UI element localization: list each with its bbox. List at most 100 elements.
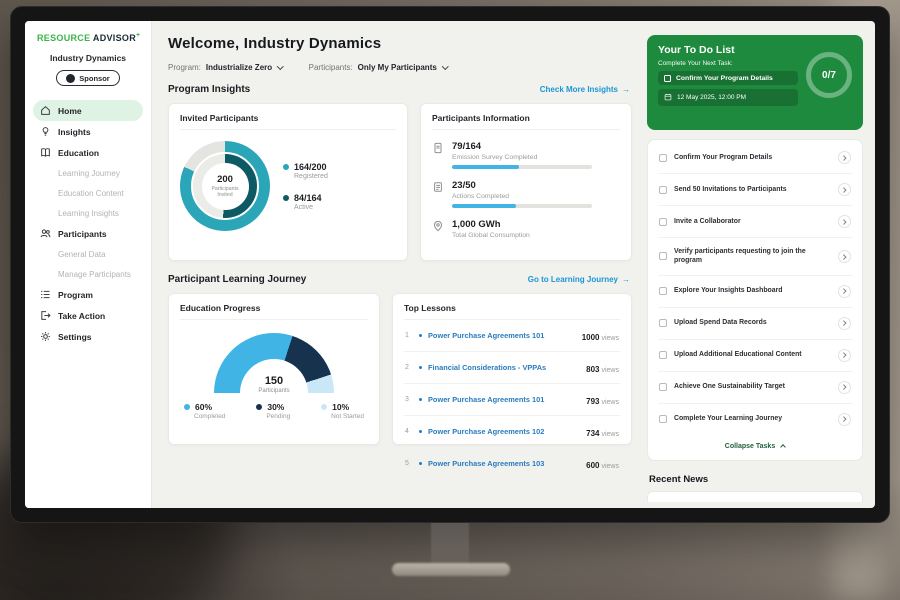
- lesson-row[interactable]: 3 Power Purchase Agreements 101 793views: [404, 384, 620, 416]
- registered-legend-item: 164/200 Registered: [283, 162, 328, 180]
- actions-progress-fill: [452, 204, 516, 208]
- lesson-bullet: [419, 334, 422, 337]
- sidebar-item-take-action[interactable]: Take Action: [33, 305, 143, 326]
- participants-filter-value: Only My Participants: [358, 63, 437, 72]
- pending-label: Pending: [266, 413, 290, 420]
- lightbulb-icon: [40, 126, 51, 137]
- pending-dot: [256, 404, 262, 410]
- chevron-right-icon[interactable]: [838, 381, 851, 394]
- chevron-down-icon: [442, 63, 448, 69]
- org-name: Industry Dynamics: [33, 53, 143, 63]
- lesson-bullet: [419, 430, 422, 433]
- task-row[interactable]: Verify participants requesting to join t…: [658, 238, 852, 276]
- invited-participants-card: Invited Participants 200 Participants In…: [168, 103, 408, 261]
- checkbox-icon[interactable]: [659, 319, 667, 327]
- not-started-dot: [321, 404, 327, 410]
- lesson-row[interactable]: 4 Power Purchase Agreements 102 734views: [404, 416, 620, 448]
- checkbox-icon[interactable]: [659, 383, 667, 391]
- actions-label: Actions Completed: [452, 193, 592, 200]
- checkbox-icon[interactable]: [659, 218, 667, 226]
- check-more-insights-link[interactable]: Check More Insights →: [540, 85, 630, 94]
- app-logo[interactable]: RESOURCE ADVISOR+: [33, 32, 143, 43]
- lesson-row[interactable]: 1 Power Purchase Agreements 101 1000view…: [404, 320, 620, 352]
- monitor-stand-base: [392, 563, 510, 576]
- todo-tasks-card: Confirm Your Program Details Send 50 Inv…: [647, 139, 863, 461]
- lesson-row[interactable]: 5 Power Purchase Agreements 103 600views: [404, 448, 620, 479]
- lesson-rank: 2: [405, 364, 413, 371]
- pending-value: 30%: [267, 402, 284, 412]
- task-row[interactable]: Achieve One Sustainability Target: [658, 372, 852, 404]
- task-row[interactable]: Upload Spend Data Records: [658, 308, 852, 340]
- chevron-right-icon[interactable]: [838, 317, 851, 330]
- chevron-right-icon[interactable]: [838, 250, 851, 263]
- lesson-title-link[interactable]: Financial Considerations - VPPAs: [428, 363, 580, 372]
- actions-progress-bar: [452, 204, 592, 208]
- chevron-right-icon[interactable]: [838, 285, 851, 298]
- education-gauge-wrap: 150 Participants: [214, 333, 334, 393]
- checkbox-icon[interactable]: [659, 186, 667, 194]
- checkbox-icon[interactable]: [659, 154, 667, 162]
- sidebar-item-home[interactable]: Home: [33, 100, 143, 121]
- chevron-right-icon[interactable]: [838, 183, 851, 196]
- sidebar-item-learning-journey[interactable]: Learning Journey: [33, 163, 143, 183]
- sidebar-item-manage-participants[interactable]: Manage Participants: [33, 264, 143, 284]
- monitor-frame: RESOURCE ADVISOR+ Industry Dynamics Spon…: [10, 6, 890, 523]
- program-filter[interactable]: Program: Industrialize Zero: [168, 63, 283, 72]
- sidebar-item-label: Program: [58, 290, 93, 300]
- sidebar-item-label: Participants: [58, 229, 107, 239]
- learning-cards-row: Education Progress 150 Participants 60%: [168, 293, 632, 445]
- active-legend-item: 84/164 Active: [283, 193, 328, 211]
- lesson-title-link[interactable]: Power Purchase Agreements 103: [428, 459, 580, 468]
- task-row[interactable]: Confirm Your Program Details: [658, 142, 852, 174]
- calendar-icon: [664, 93, 672, 103]
- gauge-value: 150: [214, 375, 334, 387]
- next-task-row[interactable]: Confirm Your Program Details: [658, 71, 798, 85]
- sidebar-item-learning-insights[interactable]: Learning Insights: [33, 203, 143, 223]
- chevron-right-icon[interactable]: [838, 151, 851, 164]
- lesson-title-link[interactable]: Power Purchase Agreements 102: [428, 427, 580, 436]
- invited-count-label: Participants Invited: [208, 186, 242, 198]
- consumption-label: Total Global Consumption: [452, 232, 530, 239]
- invited-donut-inner-ring: 200 Participants Invited: [191, 152, 259, 220]
- education-gauge-legend: 60% Completed 30% Pending: [180, 402, 368, 420]
- lesson-title-link[interactable]: Power Purchase Agreements 101: [428, 395, 580, 404]
- sponsor-label: Sponsor: [79, 74, 109, 83]
- checkbox-icon[interactable]: [659, 252, 667, 260]
- task-row[interactable]: Complete Your Learning Journey: [658, 404, 852, 435]
- task-row[interactable]: Send 50 Invitations to Participants: [658, 174, 852, 206]
- chevron-right-icon[interactable]: [838, 413, 851, 426]
- task-row[interactable]: Upload Additional Educational Content: [658, 340, 852, 372]
- sidebar-item-program[interactable]: Program: [33, 284, 143, 305]
- task-row[interactable]: Explore Your Insights Dashboard: [658, 276, 852, 308]
- lesson-title-link[interactable]: Power Purchase Agreements 101: [428, 331, 576, 340]
- sidebar-item-label: Settings: [58, 332, 92, 342]
- go-to-learning-journey-link[interactable]: Go to Learning Journey →: [528, 275, 630, 284]
- checkbox-icon[interactable]: [659, 287, 667, 295]
- checkbox-icon[interactable]: [659, 351, 667, 359]
- chevron-right-icon[interactable]: [838, 215, 851, 228]
- participants-filter[interactable]: Participants: Only My Participants: [309, 63, 448, 72]
- lesson-views: 600views: [586, 455, 619, 473]
- due-date-label: 12 May 2025, 12:00 PM: [677, 94, 746, 101]
- lesson-rank: 5: [405, 460, 413, 467]
- arrow-right-icon: →: [622, 275, 630, 284]
- lesson-row[interactable]: 2 Financial Considerations - VPPAs 803vi…: [404, 352, 620, 384]
- completed-label: Completed: [194, 413, 225, 420]
- task-row[interactable]: Invite a Collaborator: [658, 206, 852, 238]
- checkbox-icon[interactable]: [664, 75, 671, 82]
- sidebar-item-education-content[interactable]: Education Content: [33, 183, 143, 203]
- sidebar-item-label: Take Action: [58, 311, 105, 321]
- sidebar-item-participants[interactable]: Participants: [33, 223, 143, 244]
- sidebar-item-general-data[interactable]: General Data: [33, 244, 143, 264]
- sidebar-item-settings[interactable]: Settings: [33, 326, 143, 347]
- card-title: Education Progress: [180, 303, 368, 320]
- sidebar-item-education[interactable]: Education: [33, 142, 143, 163]
- sponsor-badge[interactable]: Sponsor: [56, 70, 120, 86]
- section-title: Participant Learning Journey: [168, 274, 306, 285]
- chevron-right-icon[interactable]: [838, 349, 851, 362]
- main-content: Welcome, Industry Dynamics Program: Indu…: [152, 21, 644, 508]
- checkbox-icon[interactable]: [659, 415, 667, 423]
- collapse-tasks-link[interactable]: Collapse Tasks: [658, 435, 852, 460]
- sidebar-item-insights[interactable]: Insights: [33, 121, 143, 142]
- active-dot: [283, 195, 289, 201]
